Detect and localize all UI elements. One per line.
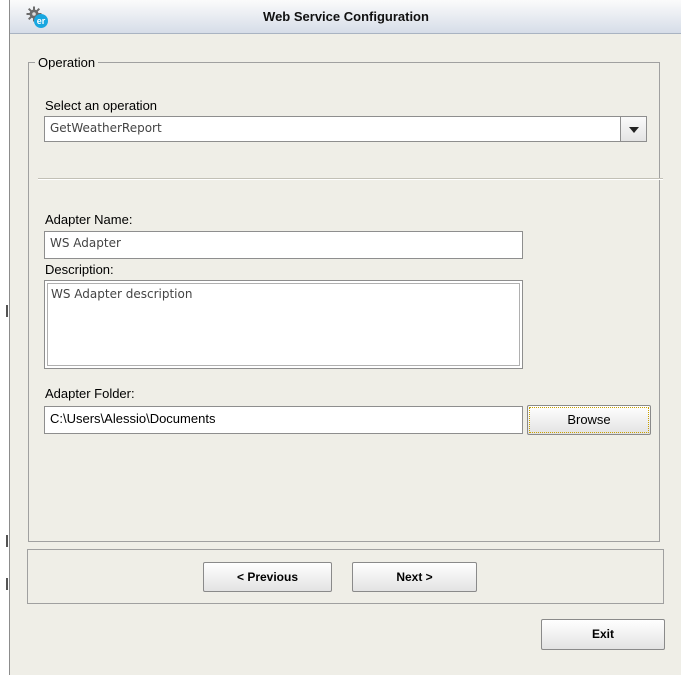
navigation-panel — [27, 549, 664, 604]
browse-button[interactable]: Browse — [527, 405, 651, 435]
operation-select[interactable]: GetWeatherReport — [44, 116, 647, 142]
operation-select-value: GetWeatherReport — [50, 121, 162, 135]
adapter-name-input[interactable]: WS Adapter — [44, 231, 523, 259]
window-edge-mark — [6, 578, 8, 590]
description-textarea[interactable]: WS Adapter description — [44, 280, 523, 369]
select-operation-label: Select an operation — [45, 98, 158, 113]
adapter-name-label: Adapter Name: — [45, 212, 133, 227]
description-label: Description: — [45, 262, 114, 277]
config-window: er Web Service Configuration Operation S… — [9, 0, 681, 675]
adapter-folder-label: Adapter Folder: — [45, 386, 135, 401]
previous-button[interactable]: < Previous — [203, 562, 332, 592]
description-text: WS Adapter description — [47, 283, 520, 366]
separator — [38, 178, 663, 180]
window-title: Web Service Configuration — [263, 9, 429, 24]
next-button[interactable]: Next > — [352, 562, 477, 592]
dropdown-arrow-icon — [629, 127, 639, 133]
title-bar[interactable]: er Web Service Configuration — [10, 0, 681, 34]
operation-dropdown-button[interactable] — [620, 117, 646, 141]
exit-button[interactable]: Exit — [541, 619, 665, 650]
adapter-folder-input[interactable]: C:\Users\Alessio\Documents — [44, 406, 523, 434]
window-edge-mark — [6, 305, 8, 317]
window-edge-mark — [6, 535, 8, 547]
operation-legend: Operation — [38, 55, 96, 70]
